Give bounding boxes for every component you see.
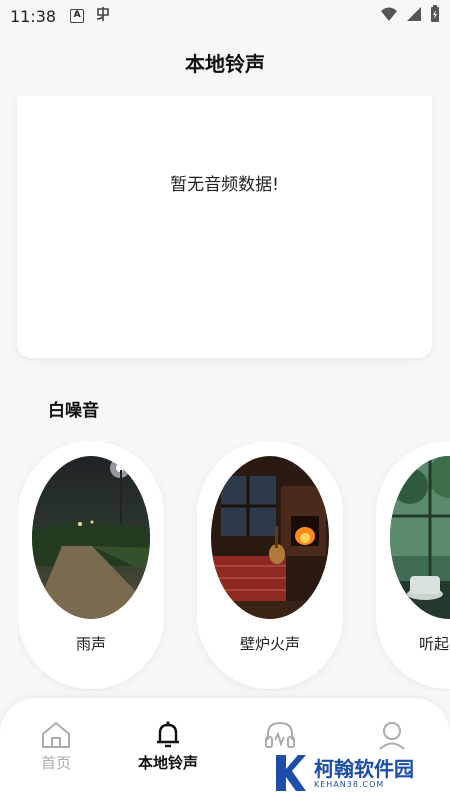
window-rain-thumbnail <box>390 456 450 619</box>
page-title: 本地铃声 <box>185 52 265 76</box>
empty-state-text: 暂无音频数据! <box>170 174 279 195</box>
audio-list-empty-card: 暂无音频数据! <box>17 96 432 358</box>
tab-label: 本地铃声 <box>137 754 198 772</box>
watermark: 柯翰软件园 KEHAN38.COM <box>272 748 442 798</box>
a-badge-icon: A <box>70 9 85 23</box>
user-icon <box>379 722 405 750</box>
app-notification-icon <box>94 5 112 27</box>
bell-icon <box>157 721 179 748</box>
fireplace-thumbnail <box>211 456 329 619</box>
white-noise-title: 白噪音 <box>48 401 99 421</box>
sound-card-rain[interactable]: 雨声 <box>18 441 164 689</box>
white-noise-carousel[interactable]: 雨声 壁炉火声 听起 <box>18 441 450 691</box>
sound-label: 雨声 <box>75 635 106 653</box>
status-time: 11:38 <box>10 6 57 26</box>
rain-thumbnail <box>32 456 150 619</box>
tab-local-ringtones[interactable]: 本地铃声 <box>128 720 208 773</box>
sound-card-fireplace[interactable]: 壁炉火声 <box>197 441 343 689</box>
home-icon <box>42 721 70 748</box>
tab-label: 首页 <box>40 754 71 772</box>
wifi-icon <box>380 6 398 26</box>
signal-icon <box>406 6 422 26</box>
battery-icon <box>430 5 440 27</box>
watermark-logo-icon <box>276 755 306 791</box>
watermark-text: 柯翰软件园 <box>314 756 414 781</box>
sound-label: 听起来放 <box>418 635 450 653</box>
watermark-url: KEHAN38.COM <box>314 779 385 789</box>
status-bar: 11:38 A <box>0 0 450 32</box>
sound-label: 壁炉火声 <box>239 635 300 653</box>
headphones-icon <box>265 721 295 748</box>
tab-home[interactable]: 首页 <box>16 720 96 773</box>
sound-card-relax[interactable]: 听起来放 <box>376 441 450 689</box>
